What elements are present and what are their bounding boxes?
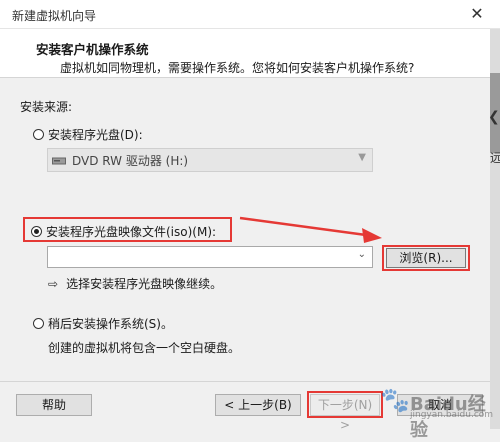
install-source-label: 安装来源: — [20, 100, 73, 114]
help-button[interactable]: 帮助 — [16, 394, 92, 416]
close-icon[interactable]: ✕ — [466, 3, 488, 25]
baidu-watermark: 🐾 Baidu经验 jingyan.baidu.com — [380, 378, 498, 441]
paw-logo-icon: 🐾 — [380, 386, 410, 414]
radio-installer-disc-label[interactable]: 安装程序光盘(D): — [48, 126, 143, 143]
background-window-text: 远 — [490, 151, 500, 165]
radio-install-later[interactable]: 稍后安装操作系统(S)。 — [33, 315, 173, 332]
back-button[interactable]: < 上一步(B) — [215, 394, 301, 416]
install-later-description: 创建的虚拟机将包含一个空白硬盘。 — [48, 341, 241, 355]
chevron-left-icon: ❮ — [488, 109, 500, 125]
iso-hint-text: 选择安装程序光盘映像继续。 — [66, 277, 223, 291]
background-window-edge: ❮ 远 — [488, 29, 500, 429]
radio-install-later-label[interactable]: 稍后安装操作系统(S)。 — [48, 315, 173, 332]
window-title: 新建虚拟机向导 — [12, 9, 97, 23]
dvd-drive-icon — [52, 155, 66, 165]
browse-button[interactable]: 浏览(R)... — [386, 248, 466, 268]
iso-hint: ⇨ 选择安装程序光盘映像继续。 — [48, 275, 222, 292]
arrow-right-icon: ⇨ — [48, 276, 59, 291]
chevron-down-icon[interactable]: ⌄ — [358, 249, 366, 260]
radio-installer-disc[interactable]: 安装程序光盘(D): — [33, 126, 143, 143]
radio-button[interactable] — [33, 318, 44, 329]
radio-button[interactable] — [33, 129, 44, 140]
title-bar: 新建虚拟机向导 ✕ — [0, 0, 500, 29]
iso-path-combo[interactable]: ⌄ — [47, 246, 373, 268]
disc-drive-select: DVD RW 驱动器 (H:) ▼ — [47, 148, 373, 172]
chevron-down-icon: ▼ — [358, 152, 366, 163]
radio-button-checked[interactable] — [31, 226, 42, 237]
page-subtitle: 虚拟机如同物理机，需要操作系统。您将如何安装客户机操作系统? — [60, 61, 415, 75]
radio-iso-image[interactable]: 安装程序光盘映像文件(iso)(M): — [31, 223, 216, 240]
wizard-header: 安装客户机操作系统 虚拟机如同物理机，需要操作系统。您将如何安装客户机操作系统? — [0, 29, 490, 78]
watermark-subtext: jingyan.baidu.com — [410, 410, 494, 420]
radio-iso-image-label[interactable]: 安装程序光盘映像文件(iso)(M): — [46, 223, 216, 240]
next-button[interactable]: 下一步(N) > — [310, 394, 380, 432]
disc-drive-value: DVD RW 驱动器 (H:) — [72, 153, 189, 168]
page-title: 安装客户机操作系统 — [36, 42, 149, 57]
